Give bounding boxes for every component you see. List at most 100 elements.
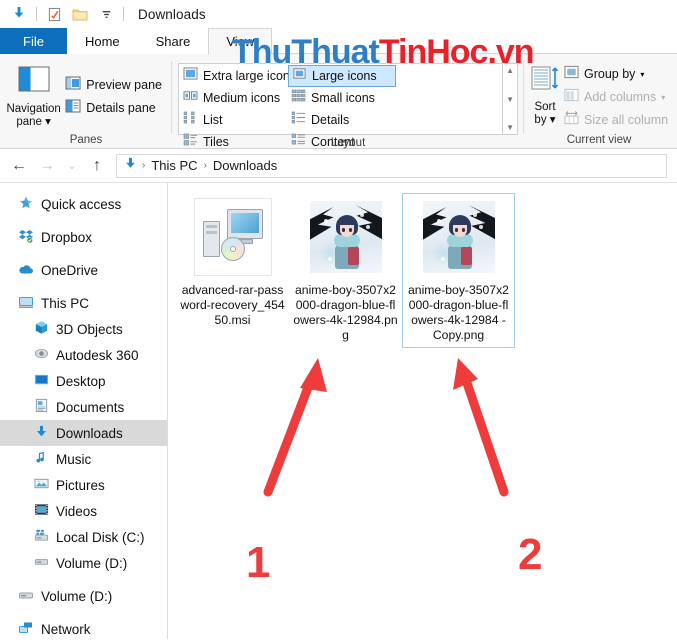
layout-option-details[interactable]: Details <box>288 109 396 131</box>
cube-icon <box>34 320 49 338</box>
sidebar-item-desktop[interactable]: Desktop <box>0 368 167 394</box>
layout-gallery[interactable]: Extra large icons Large icons Medium ico… <box>178 63 504 149</box>
tab-home[interactable]: Home <box>66 28 138 54</box>
sidebar-item-label: OneDrive <box>41 262 99 278</box>
sidebar-item-downloads[interactable]: Downloads <box>0 420 167 446</box>
sidebar-item-label: Downloads <box>56 425 123 441</box>
scroll-down-icon[interactable]: ▼ <box>506 95 514 104</box>
sidebar-item-quick-access[interactable]: Quick access <box>0 191 167 217</box>
sidebar-item-local-disk-c[interactable]: Local Disk (C:) <box>0 524 167 550</box>
preview-pane-label: Preview pane <box>86 78 162 92</box>
quick-access-new-folder-icon[interactable] <box>67 2 93 26</box>
file-name: anime-boy-3507x2000-dragon-blue-flowers-… <box>293 283 398 342</box>
tab-share[interactable]: Share <box>137 28 209 54</box>
preview-pane-icon <box>65 76 81 95</box>
breadcrumb-downloads-icon <box>123 156 138 176</box>
annotation-number-1: 1 <box>246 538 271 587</box>
add-columns-chevron-icon[interactable]: ▾ <box>661 93 665 102</box>
sidebar-item-label: Dropbox <box>41 229 93 245</box>
sort-by-chevron-icon[interactable]: ▾ <box>550 114 556 126</box>
recent-locations-button[interactable]: ⌄ <box>62 153 82 179</box>
scroll-more-icon[interactable]: ▼ <box>506 123 514 132</box>
file-thumbnail <box>420 198 498 276</box>
sidebar-item-documents[interactable]: Documents <box>0 394 167 420</box>
file-item[interactable]: anime-boy-3507x2000-dragon-blue-flowers-… <box>402 193 515 348</box>
group-by-label: Group by <box>584 67 636 81</box>
forward-button[interactable]: → <box>34 153 60 179</box>
sidebar-item-volume-d-root[interactable]: Volume (D:) <box>0 583 167 609</box>
sort-by-label-2: by <box>534 114 547 126</box>
extra-large-icons-icon <box>183 67 198 85</box>
video-icon <box>34 502 49 520</box>
file-thumbnail <box>307 198 385 276</box>
document-icon <box>34 398 49 416</box>
group-by-button[interactable]: Group by ▾ <box>560 64 672 84</box>
group-by-icon <box>564 65 579 84</box>
quick-access-downloads-icon[interactable] <box>6 2 32 26</box>
file-thumbnail <box>193 198 272 276</box>
main-area: Quick access Dropbox OneDrive This PC 3D… <box>0 182 677 639</box>
sidebar-item-3d-objects[interactable]: 3D Objects <box>0 316 167 342</box>
desktop-icon <box>34 372 49 390</box>
sidebar-item-volume-d[interactable]: Volume (D:) <box>0 550 167 576</box>
layout-option-small-icons[interactable]: Small icons <box>288 87 396 109</box>
layout-option-medium-icons[interactable]: Medium icons <box>180 87 288 109</box>
sidebar-item-label: Volume (D:) <box>56 555 128 571</box>
up-button[interactable]: ↑ <box>84 153 110 179</box>
details-pane-icon <box>65 99 81 118</box>
picture-icon <box>34 476 49 494</box>
layout-option-label: List <box>203 113 223 127</box>
file-list-view[interactable]: advanced-rar-password-recovery_45450.msi… <box>168 183 677 639</box>
sidebar-item-label: 3D Objects <box>56 321 123 337</box>
details-pane-label: Details pane <box>86 101 156 115</box>
msi-installer-icon <box>201 207 265 267</box>
size-all-columns-button[interactable]: Size all column <box>560 110 672 130</box>
watermark: ThuThuatTinHoc.vn <box>232 33 535 72</box>
quick-access-chevron-down-icon[interactable] <box>93 2 119 26</box>
address-bar: ← → ⌄ ↑ › This PC › Downloads <box>0 149 677 182</box>
file-name: advanced-rar-password-recovery_45450.msi <box>180 283 285 327</box>
sidebar-item-label: Videos <box>56 503 98 519</box>
breadcrumb-separator-2: › <box>203 160 207 171</box>
navigation-pane-chevron-icon[interactable]: ▾ <box>45 116 51 128</box>
file-item[interactable]: advanced-rar-password-recovery_45450.msi <box>176 193 289 348</box>
sidebar-item-videos[interactable]: Videos <box>0 498 167 524</box>
quick-access-separator <box>36 7 37 21</box>
layout-option-list[interactable]: List <box>180 109 288 131</box>
layout-gallery-scrollbar[interactable]: ▲ ▼ ▼ <box>503 63 518 135</box>
quick-access-properties-icon[interactable] <box>41 2 67 26</box>
sidebar-item-dropbox[interactable]: Dropbox <box>0 224 167 250</box>
watermark-red-text: TinHoc.vn <box>378 33 535 71</box>
dropbox-icon <box>18 228 34 247</box>
monitor-icon <box>18 294 34 313</box>
add-columns-button[interactable]: Add columns ▾ <box>560 87 672 107</box>
navigation-pane-button[interactable]: Navigation pane ▾ <box>6 61 61 129</box>
back-button[interactable]: ← <box>6 153 32 179</box>
sidebar-item-autodesk-360[interactable]: Autodesk 360 <box>0 342 167 368</box>
sidebar-item-this-pc[interactable]: This PC <box>0 290 167 316</box>
size-all-columns-icon <box>564 110 579 130</box>
add-columns-icon <box>564 88 579 107</box>
sidebar-item-network[interactable]: Network <box>0 616 167 639</box>
sidebar-item-pictures[interactable]: Pictures <box>0 472 167 498</box>
details-pane-button[interactable]: Details pane <box>61 98 166 118</box>
sort-by-button[interactable]: Sort by ▾ <box>530 61 560 127</box>
sidebar-item-music[interactable]: Music <box>0 446 167 472</box>
navigation-pane-icon <box>16 65 52 100</box>
preview-pane-button[interactable]: Preview pane <box>61 75 166 95</box>
sidebar-item-onedrive[interactable]: OneDrive <box>0 257 167 283</box>
breadcrumb[interactable]: › This PC › Downloads <box>116 153 667 178</box>
details-icon <box>291 111 306 129</box>
breadcrumb-this-pc[interactable]: This PC <box>149 158 199 173</box>
tab-file[interactable]: File <box>0 28 67 54</box>
watermark-blue-text: ThuThuat <box>232 33 380 71</box>
ribbon-group-panes: Navigation pane ▾ Preview pane Details p <box>0 57 172 149</box>
sidebar-item-label: Quick access <box>41 196 122 212</box>
breadcrumb-downloads[interactable]: Downloads <box>211 158 279 173</box>
group-by-chevron-icon[interactable]: ▾ <box>640 70 644 79</box>
file-item[interactable]: anime-boy-3507x2000-dragon-blue-flowers-… <box>289 193 402 348</box>
sidebar-item-label: Local Disk (C:) <box>56 529 145 545</box>
